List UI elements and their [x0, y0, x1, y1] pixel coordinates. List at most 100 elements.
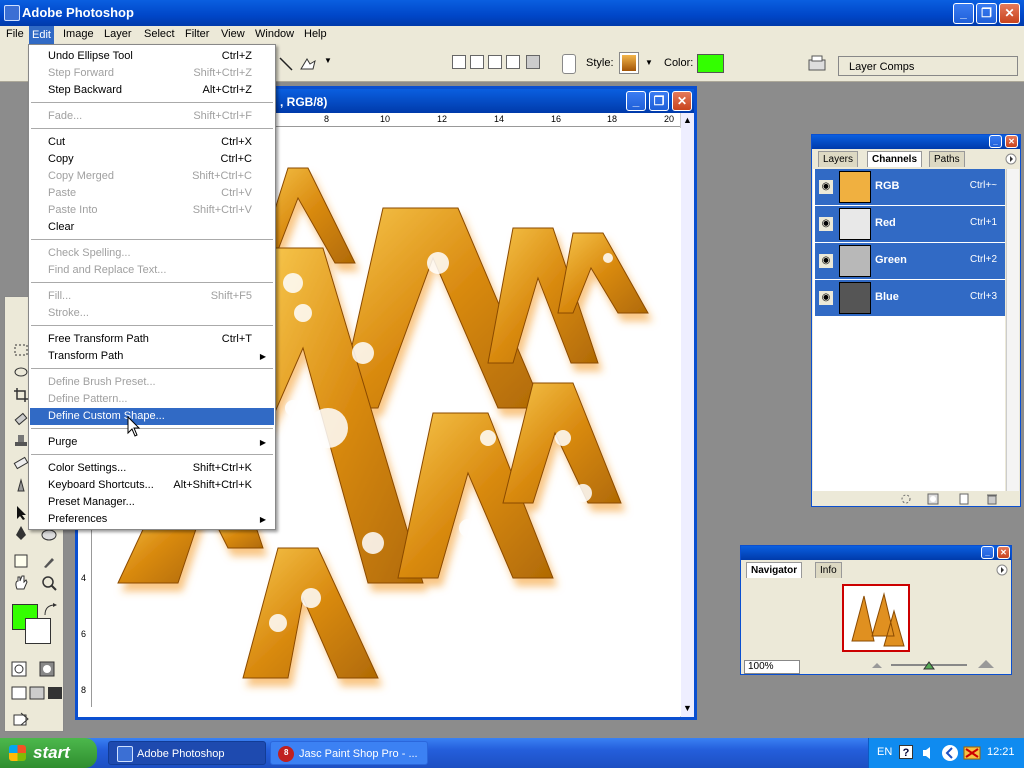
- menu-item-undo[interactable]: Undo Ellipse Tool Ctrl+Z: [30, 48, 274, 65]
- channels-scrollbar[interactable]: [1006, 169, 1019, 491]
- palette-well-icon[interactable]: [806, 52, 828, 74]
- eye-icon[interactable]: ◉: [819, 180, 833, 194]
- menu-item-keyboard-shortcuts[interactable]: Keyboard Shortcuts... Alt+Shift+Ctrl+K: [30, 477, 274, 494]
- menu-view[interactable]: View: [218, 28, 248, 40]
- smudge-tool-icon[interactable]: [13, 477, 29, 493]
- eye-icon[interactable]: ◉: [819, 291, 833, 305]
- notes-tool-icon[interactable]: [13, 553, 29, 569]
- jump-to-imageready-icon[interactable]: [13, 711, 29, 727]
- doc-maximize-button[interactable]: ❐: [649, 91, 669, 111]
- menu-item-purge[interactable]: Purge ▶: [30, 434, 274, 451]
- clone-stamp-icon[interactable]: [13, 433, 29, 449]
- taskbar-item-paint-shop-pro[interactable]: 8 Jasc Paint Shop Pro - ...: [270, 741, 428, 765]
- taskbar-item-photoshop[interactable]: Adobe Photoshop: [108, 741, 266, 765]
- menu-item-copy[interactable]: Copy Ctrl+C: [30, 151, 274, 168]
- healing-brush-icon[interactable]: [13, 411, 29, 427]
- channel-row-red[interactable]: ◉ Red Ctrl+1: [815, 206, 1005, 242]
- navigator-thumbnail[interactable]: [842, 584, 910, 652]
- background-color-swatch[interactable]: [25, 618, 51, 644]
- panel-minimize-button[interactable]: _: [989, 135, 1002, 148]
- style-dropdown-arrow-icon[interactable]: ▼: [645, 58, 653, 67]
- shape-color-swatch[interactable]: [697, 54, 724, 73]
- line-tool-icon[interactable]: [278, 56, 294, 72]
- back-arrow-icon[interactable]: [941, 744, 959, 762]
- custom-shape-tool-icon[interactable]: [298, 55, 320, 73]
- shape-layers-button[interactable]: [452, 55, 466, 69]
- menu-item-preferences[interactable]: Preferences ▶: [30, 511, 274, 528]
- navigator-panel-titlebar[interactable]: _ ✕: [741, 546, 1011, 560]
- marquee-tool-icon[interactable]: [13, 343, 29, 359]
- scroll-down-icon[interactable]: ▼: [683, 703, 692, 713]
- menu-help[interactable]: Help: [301, 28, 330, 40]
- navigator-menu-icon[interactable]: [996, 564, 1008, 576]
- channel-row-blue[interactable]: ◉ Blue Ctrl+3: [815, 280, 1005, 316]
- start-button[interactable]: start: [0, 738, 97, 768]
- menu-item-define-brush-preset[interactable]: Define Brush Preset...: [30, 374, 274, 391]
- menu-layer[interactable]: Layer: [101, 28, 135, 40]
- screen-mode-standard-icon[interactable]: [11, 685, 27, 701]
- close-button[interactable]: ✕: [999, 3, 1020, 24]
- menu-item-preset-manager[interactable]: Preset Manager...: [30, 494, 274, 511]
- swap-colors-icon[interactable]: [43, 603, 59, 619]
- eye-icon[interactable]: ◉: [819, 254, 833, 268]
- zoom-tool-icon[interactable]: [41, 575, 57, 591]
- quick-mask-icon[interactable]: [39, 661, 55, 677]
- speaker-icon[interactable]: [921, 745, 935, 761]
- screen-mode-full-icon[interactable]: [47, 685, 63, 701]
- shape-dropdown-arrow-icon[interactable]: ▼: [324, 56, 332, 65]
- help-icon[interactable]: ?: [899, 745, 913, 759]
- menu-item-cut[interactable]: Cut Ctrl+X: [30, 134, 274, 151]
- zoom-in-icon[interactable]: [977, 658, 995, 670]
- menu-window[interactable]: Window: [252, 28, 297, 40]
- minimize-button[interactable]: _: [953, 3, 974, 24]
- intersect-shape-button[interactable]: [506, 55, 520, 69]
- network-icon[interactable]: [963, 744, 981, 762]
- style-swatch[interactable]: [619, 52, 639, 74]
- menu-item-free-transform-path[interactable]: Free Transform Path Ctrl+T: [30, 331, 274, 348]
- menu-item-clear[interactable]: Clear: [30, 219, 274, 236]
- zoom-slider-thumb-icon[interactable]: [923, 660, 935, 670]
- menu-item-paste[interactable]: Paste Ctrl+V: [30, 185, 274, 202]
- tab-paths[interactable]: Paths: [929, 151, 965, 167]
- navigator-minimize-button[interactable]: _: [981, 546, 994, 559]
- channels-panel-titlebar[interactable]: _ ✕: [812, 135, 1020, 149]
- menu-item-stroke[interactable]: Stroke...: [30, 305, 274, 322]
- menu-item-check-spelling[interactable]: Check Spelling...: [30, 245, 274, 262]
- hand-tool-icon[interactable]: [13, 575, 29, 591]
- menu-item-step-backward[interactable]: Step Backward Alt+Ctrl+Z: [30, 82, 274, 99]
- maximize-button[interactable]: ❐: [976, 3, 997, 24]
- link-icon[interactable]: [562, 54, 576, 74]
- menu-item-color-settings[interactable]: Color Settings... Shift+Ctrl+K: [30, 460, 274, 477]
- eyedropper-tool-icon[interactable]: [41, 553, 57, 569]
- menu-filter[interactable]: Filter: [182, 28, 212, 40]
- menu-select[interactable]: Select: [141, 28, 178, 40]
- navigator-close-button[interactable]: ✕: [997, 546, 1010, 559]
- exclude-shape-button[interactable]: [526, 55, 540, 69]
- doc-minimize-button[interactable]: _: [626, 91, 646, 111]
- scroll-up-icon[interactable]: ▲: [683, 115, 692, 125]
- screen-mode-full-menu-icon[interactable]: [29, 685, 45, 701]
- new-channel-icon[interactable]: [958, 493, 970, 505]
- tab-channels[interactable]: Channels: [867, 151, 923, 167]
- path-selection-tool-icon[interactable]: [13, 505, 29, 521]
- crop-tool-icon[interactable]: [13, 387, 29, 403]
- eye-icon[interactable]: ◉: [819, 217, 833, 231]
- channel-row-green[interactable]: ◉ Green Ctrl+2: [815, 243, 1005, 279]
- lasso-tool-icon[interactable]: [13, 365, 29, 381]
- menu-item-define-pattern[interactable]: Define Pattern...: [30, 391, 274, 408]
- menu-item-paste-into[interactable]: Paste Into Shift+Ctrl+V: [30, 202, 274, 219]
- panel-close-button[interactable]: ✕: [1005, 135, 1018, 148]
- tab-layers[interactable]: Layers: [818, 151, 859, 167]
- vertical-scrollbar[interactable]: ▲ ▼: [680, 113, 694, 717]
- trash-icon[interactable]: [986, 493, 998, 505]
- load-selection-icon[interactable]: [900, 493, 912, 505]
- menu-edit[interactable]: Edit: [29, 26, 54, 44]
- menu-item-define-custom-shape[interactable]: Define Custom Shape...: [30, 408, 274, 425]
- menu-item-transform-path[interactable]: Transform Path ▶: [30, 348, 274, 365]
- standard-mode-icon[interactable]: [11, 661, 27, 677]
- menu-item-fill[interactable]: Fill... Shift+F5: [30, 288, 274, 305]
- layer-comps-tab[interactable]: Layer Comps: [838, 56, 1018, 76]
- eraser-tool-icon[interactable]: [13, 455, 29, 471]
- channel-row-rgb[interactable]: ◉ RGB Ctrl+~: [815, 169, 1005, 205]
- pen-tool-icon[interactable]: [13, 525, 29, 541]
